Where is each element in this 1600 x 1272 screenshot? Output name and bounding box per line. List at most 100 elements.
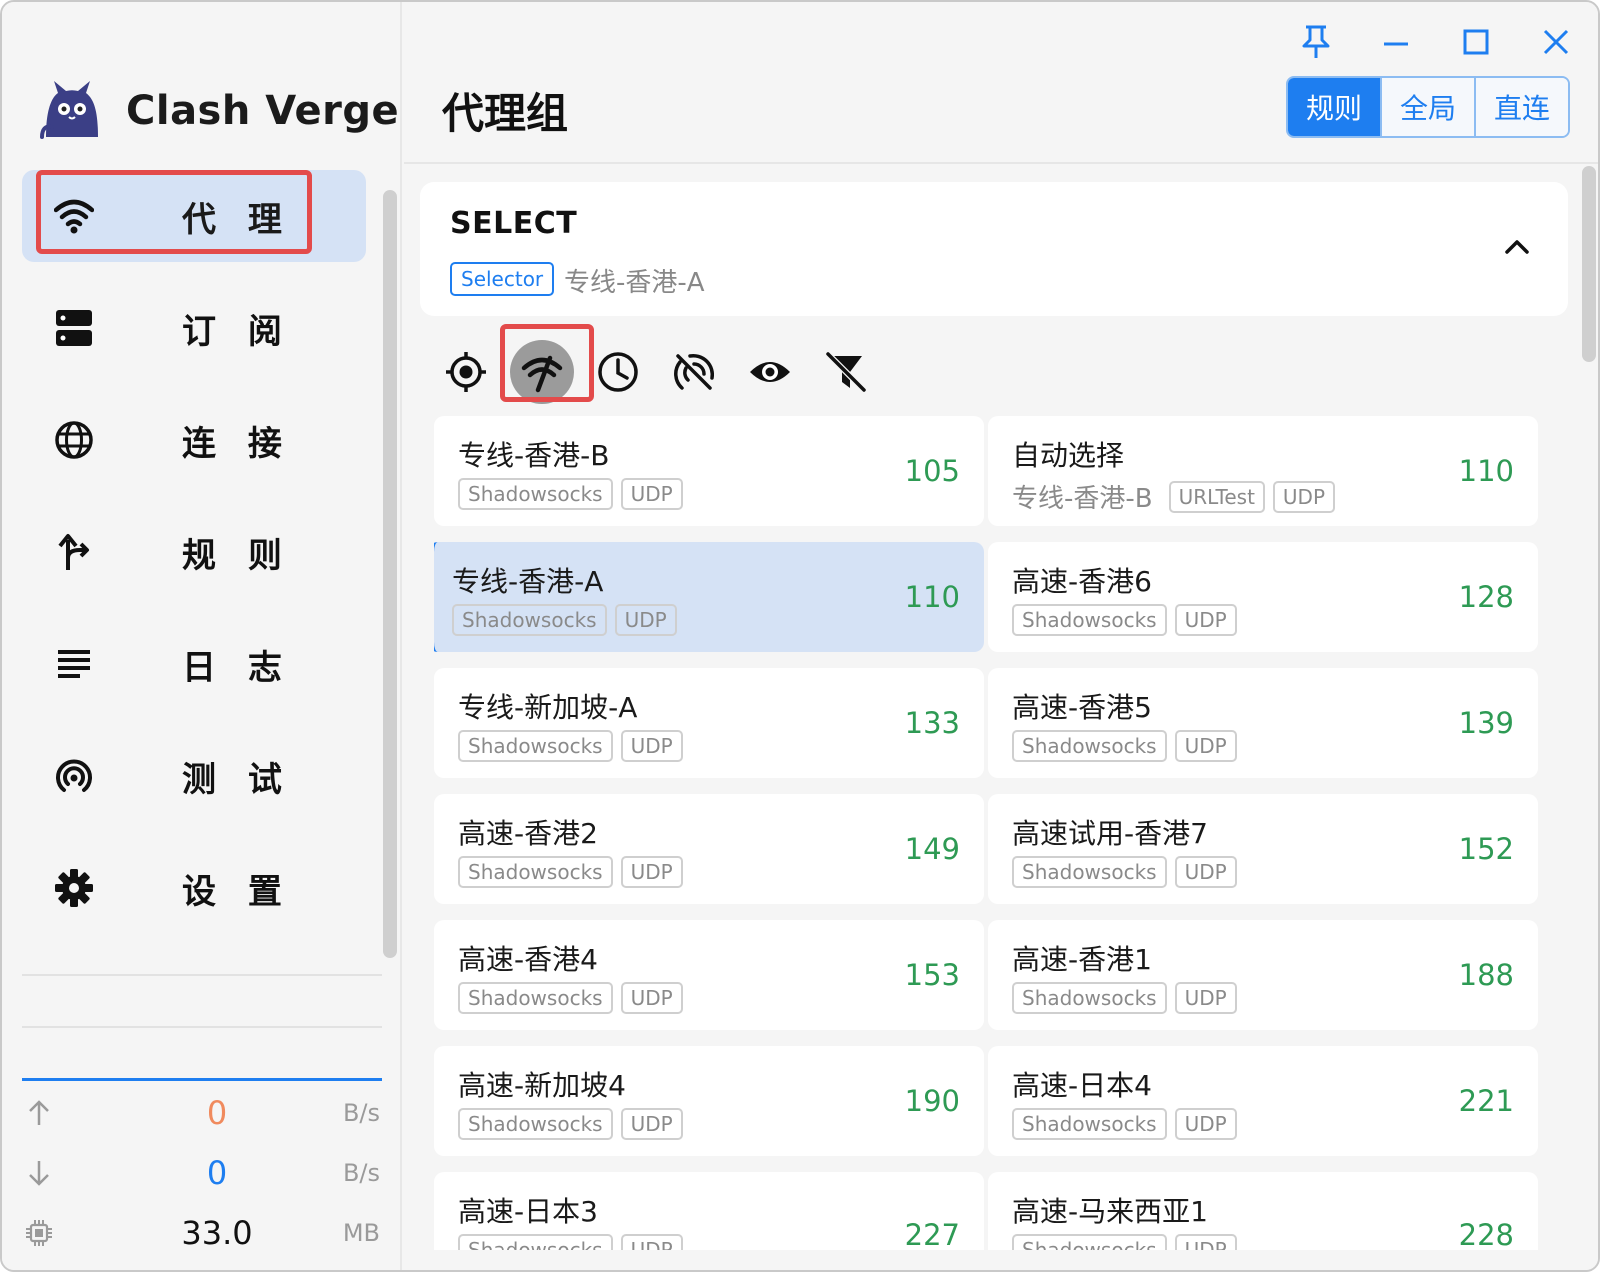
delay-value[interactable]: 133: [905, 706, 960, 740]
list-lines-icon: [58, 650, 90, 678]
protocol-tag: UDP: [1272, 480, 1336, 513]
proxy-card[interactable]: 专线-香港-B Shadowsocks UDP 105: [434, 416, 984, 526]
protocol-tag: Shadowsocks: [1012, 1108, 1167, 1140]
delay-value[interactable]: 152: [1459, 832, 1514, 866]
delay-value[interactable]: 153: [905, 958, 960, 992]
sidebar-scrollbar[interactable]: [383, 190, 397, 958]
proxy-tags: Shadowsocks UDP: [458, 982, 683, 1014]
proxy-name: 高速-香港1: [1012, 943, 1152, 976]
delay-value[interactable]: 139: [1459, 706, 1514, 740]
delay-check-button[interactable]: [510, 340, 574, 404]
minimize-icon: [1384, 42, 1408, 46]
proxy-card[interactable]: 高速-香港5 Shadowsocks UDP 139: [988, 668, 1538, 778]
sort-by-delay-button[interactable]: [596, 350, 640, 394]
nav-item-connections[interactable]: 连 接: [22, 394, 366, 486]
protocol-tag: Shadowsocks: [458, 730, 613, 762]
proxy-card[interactable]: 自动选择 专线-香港-B URLTest UDP 110: [988, 416, 1538, 526]
proxy-card[interactable]: 专线-香港-A Shadowsocks UDP 110: [434, 542, 984, 652]
nav-label: 代 理: [182, 199, 292, 240]
memory-unit: MB: [342, 1219, 380, 1247]
proxy-card[interactable]: 高速-日本4 Shadowsocks UDP 221: [988, 1046, 1538, 1156]
mode-global-button[interactable]: 全局: [1380, 78, 1475, 136]
proxy-group-header[interactable]: SELECT Selector 专线-香港-A: [420, 182, 1568, 316]
main-panel: 代理组 规则 全局 直连 SELECT Selector 专线-香港-A 专线-…: [404, 2, 1598, 1270]
delay-value[interactable]: 128: [1459, 580, 1514, 614]
delay-value[interactable]: 188: [1459, 958, 1514, 992]
minimize-button[interactable]: [1370, 16, 1422, 68]
proxy-card[interactable]: 高速-香港4 Shadowsocks UDP 153: [434, 920, 984, 1030]
delay-value[interactable]: 105: [905, 454, 960, 488]
protocol-tag: Shadowsocks: [452, 604, 607, 636]
proxy-tags: Shadowsocks UDP: [1012, 982, 1237, 1014]
gear-icon: [55, 869, 93, 907]
clear-filter-button[interactable]: [824, 350, 868, 394]
mode-direct-button[interactable]: 直连: [1474, 78, 1569, 136]
proxy-card[interactable]: 高速-新加坡4 Shadowsocks UDP 190: [434, 1046, 984, 1156]
nav-item-logs[interactable]: 日 志: [22, 618, 366, 710]
memory-chip-icon: [26, 1220, 52, 1246]
protocol-tag: UDP: [620, 478, 683, 510]
protocol-tag: UDP: [620, 730, 683, 762]
proxy-name: 专线-新加坡-A: [458, 691, 638, 724]
protocol-tag: Shadowsocks: [1012, 1234, 1167, 1250]
protocol-tag: UDP: [1174, 604, 1237, 636]
page-title: 代理组: [442, 89, 569, 138]
delay-value[interactable]: 110: [1459, 454, 1514, 488]
protocol-tag: Shadowsocks: [458, 1234, 613, 1250]
proxy-card[interactable]: 高速-日本3 Shadowsocks UDP 227: [434, 1172, 984, 1250]
delay-value[interactable]: 221: [1459, 1084, 1514, 1118]
pin-button[interactable]: [1290, 16, 1342, 68]
show-details-button[interactable]: [748, 350, 792, 394]
nav-label: 订 阅: [182, 311, 292, 352]
protocol-tag: UDP: [614, 604, 677, 636]
nav-item-proxy[interactable]: 代 理: [22, 170, 366, 262]
mode-rule-button[interactable]: 规则: [1288, 78, 1381, 136]
proxy-tags: Shadowsocks UDP: [452, 604, 677, 636]
delay-value[interactable]: 190: [905, 1084, 960, 1118]
proxy-card[interactable]: 高速-香港1 Shadowsocks UDP 188: [988, 920, 1538, 1030]
proxy-card[interactable]: 专线-新加坡-A Shadowsocks UDP 133: [434, 668, 984, 778]
proxy-tags: Shadowsocks UDP: [1012, 1234, 1237, 1250]
locate-icon: [446, 352, 486, 392]
proxy-name: 高速-马来西亚1: [1012, 1195, 1208, 1228]
nav-item-test[interactable]: 测 试: [22, 730, 366, 822]
protocol-tag: UDP: [1174, 856, 1237, 888]
nav-item-rules[interactable]: 规 则: [22, 506, 366, 598]
upload-unit: B/s: [342, 1099, 380, 1127]
proxy-card[interactable]: 高速-香港2 Shadowsocks UDP 149: [434, 794, 984, 904]
nav-label: 连 接: [182, 423, 292, 464]
proxy-card[interactable]: 高速-香港6 Shadowsocks UDP 128: [988, 542, 1538, 652]
wifi-icon: [54, 199, 94, 234]
delay-value[interactable]: 228: [1459, 1218, 1514, 1250]
network-check-icon: [521, 355, 563, 393]
protocol-tag: UDP: [620, 1108, 683, 1140]
protocol-tag: UDP: [1174, 730, 1237, 762]
proxy-tags: Shadowsocks UDP: [458, 478, 683, 510]
proxy-card[interactable]: 高速试用-香港7 Shadowsocks UDP 152: [988, 794, 1538, 904]
delay-value[interactable]: 227: [905, 1218, 960, 1250]
delay-value[interactable]: 110: [905, 580, 960, 614]
delay-value[interactable]: 149: [905, 832, 960, 866]
chevron-up-icon[interactable]: [1500, 230, 1534, 264]
app-window: Clash Verge 代 理 订 阅 连 接 规 则 日 志 测 试 设 置 …: [0, 0, 1600, 1272]
proxy-name: 高速-新加坡4: [458, 1069, 626, 1102]
upload-stat: 0 B/s: [22, 1088, 382, 1138]
brand: Clash Verge: [40, 76, 399, 146]
group-selected-proxy: 专线-香港-A: [564, 268, 705, 298]
proxy-name: 高速-香港5: [1012, 691, 1152, 724]
proxy-card[interactable]: 高速-马来西亚1 Shadowsocks UDP 228: [988, 1172, 1538, 1250]
proxy-tags: Shadowsocks UDP: [458, 1108, 683, 1140]
nav-label: 测 试: [182, 759, 292, 800]
close-button[interactable]: [1530, 16, 1582, 68]
locate-button[interactable]: [444, 350, 488, 394]
content-scrollbar[interactable]: [1582, 166, 1596, 362]
globe-icon: [55, 421, 93, 459]
download-speed: 0: [206, 1154, 228, 1192]
nav-item-settings[interactable]: 设 置: [22, 842, 366, 934]
nav-item-profiles[interactable]: 订 阅: [22, 282, 366, 374]
proxy-tags: Shadowsocks UDP: [458, 1234, 683, 1250]
maximize-button[interactable]: [1450, 16, 1502, 68]
nav-menu: 代 理 订 阅 连 接 规 则 日 志 测 试 设 置: [22, 170, 366, 954]
arrow-down-icon: [29, 1161, 49, 1186]
filter-unavailable-button[interactable]: [672, 350, 716, 394]
